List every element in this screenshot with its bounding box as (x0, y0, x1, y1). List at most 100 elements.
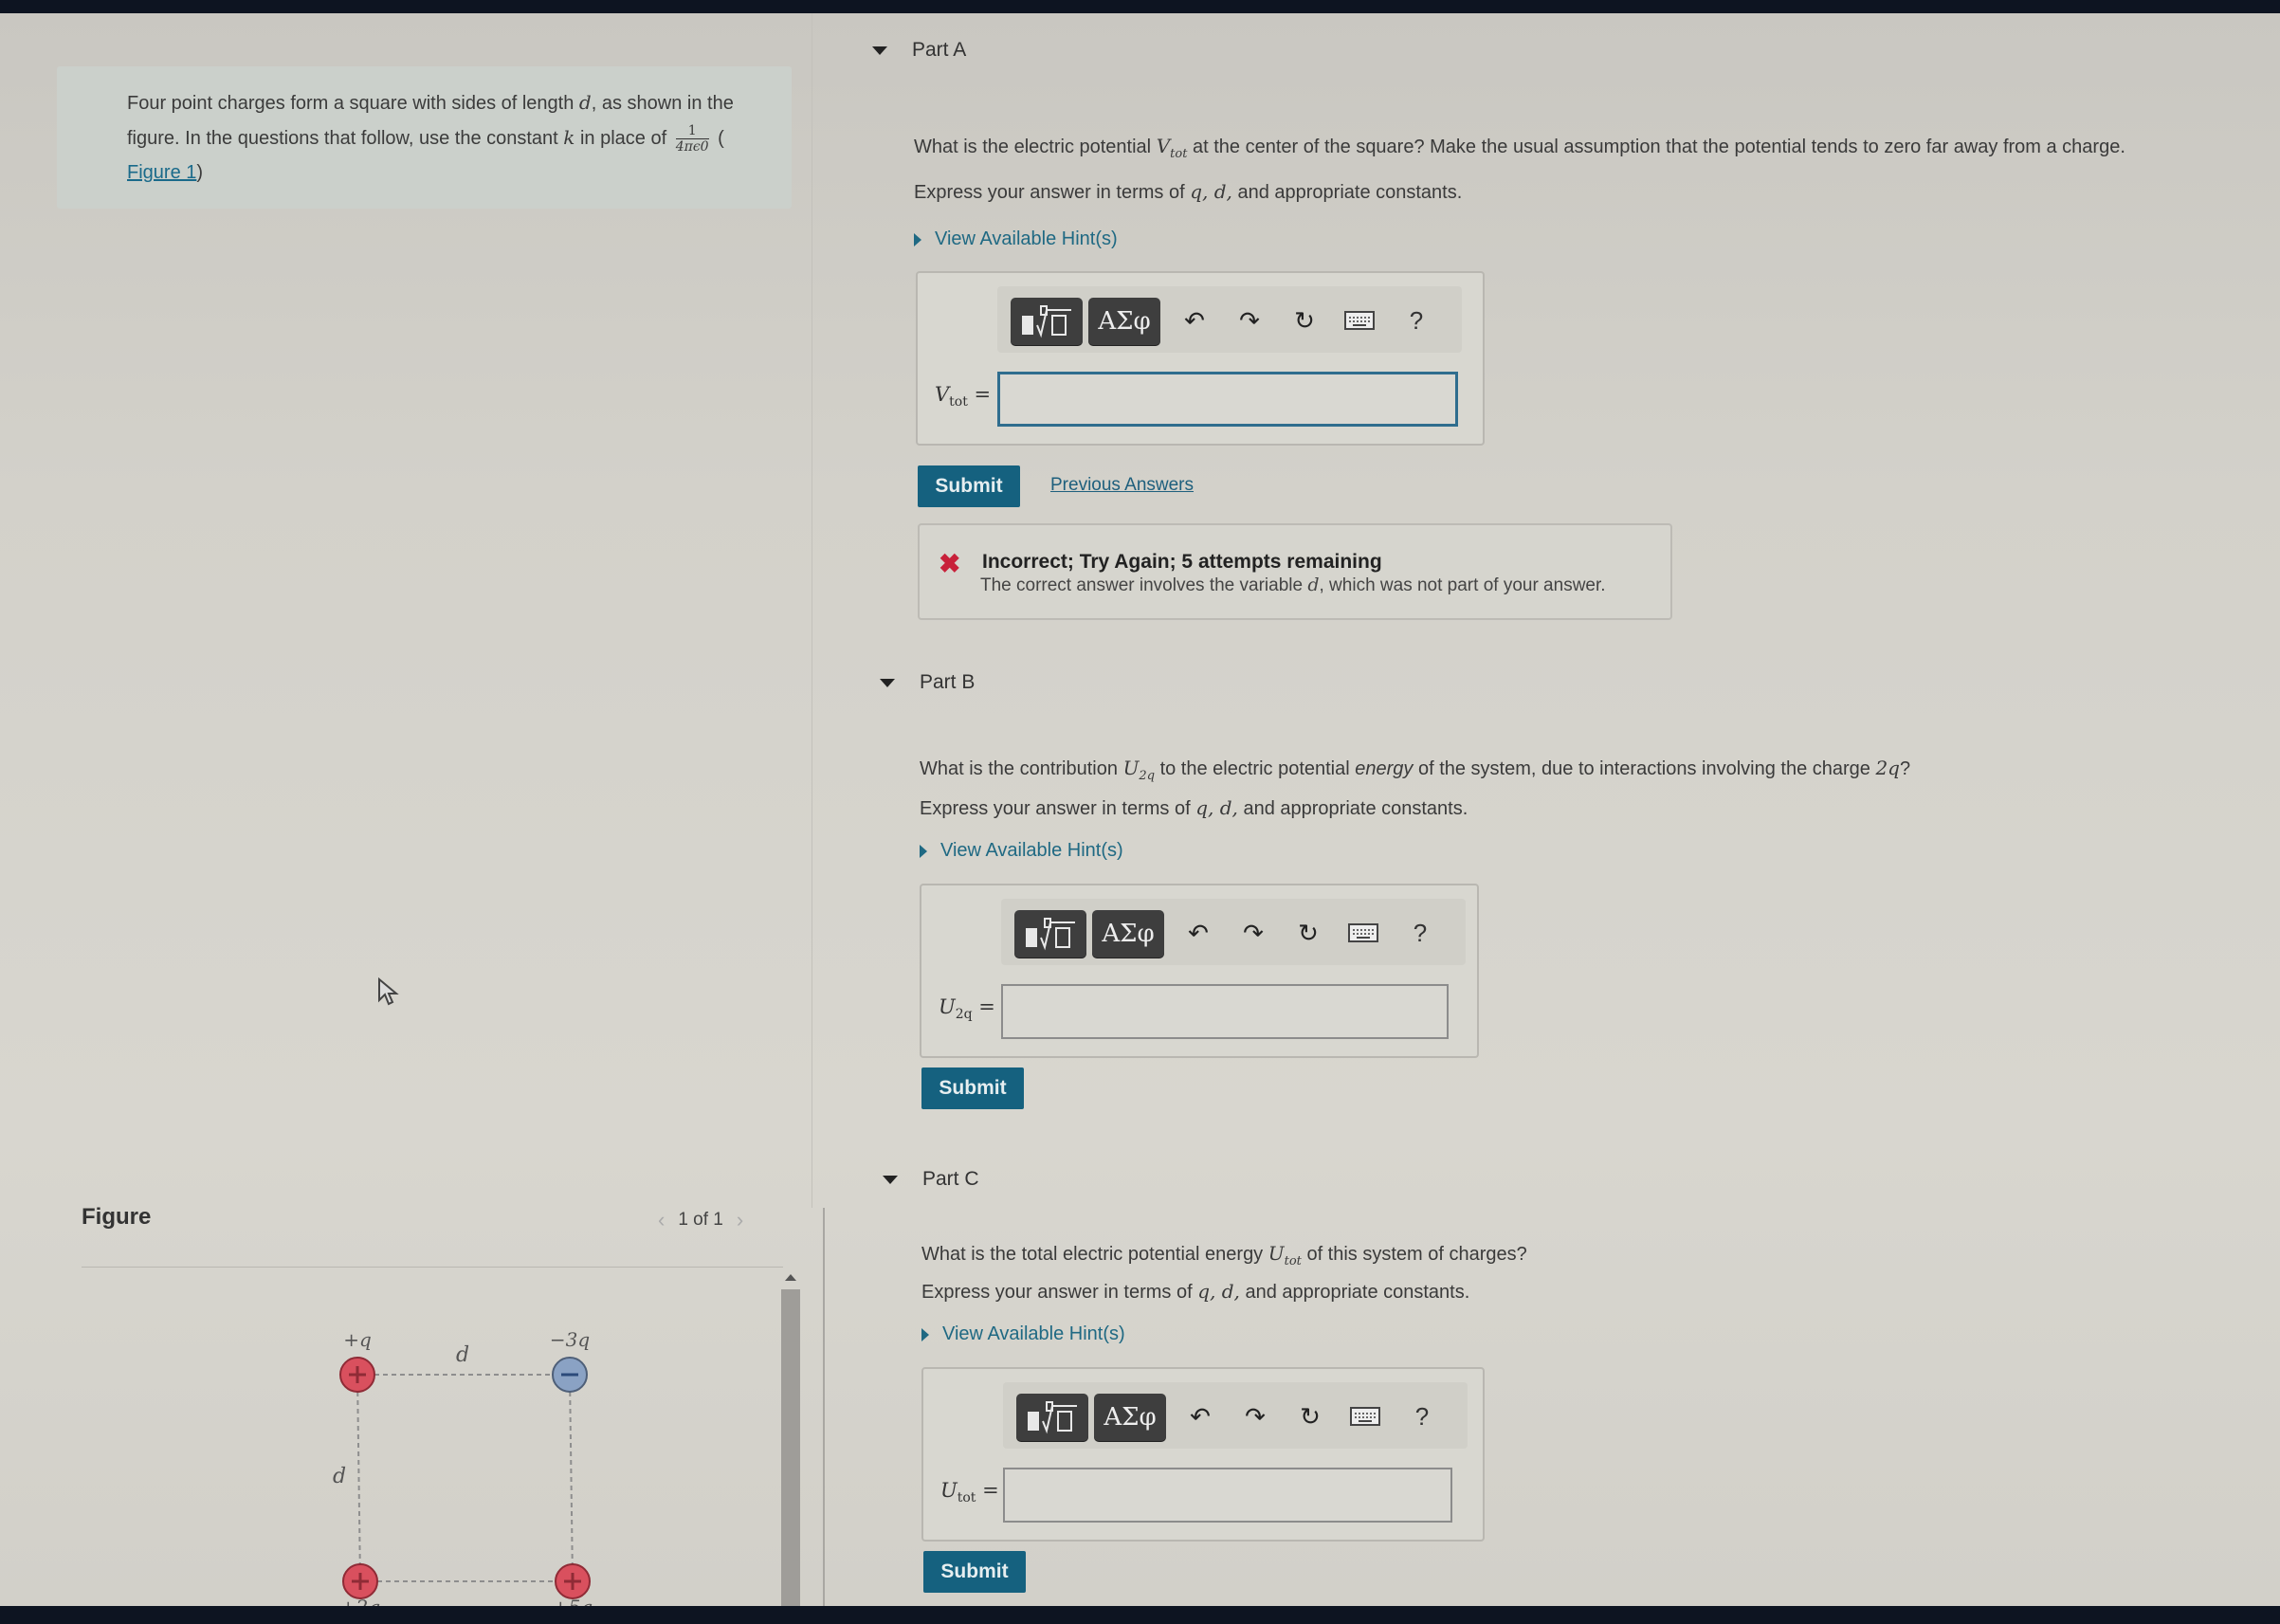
detail-text: , which was not part of your answer. (1319, 575, 1606, 595)
math-vars: q, d, (1190, 180, 1232, 203)
reset-icon[interactable]: ↻ (1291, 916, 1325, 950)
figure-pager: ‹ 1 of 1 › (658, 1208, 743, 1232)
figure-page-count: 1 of 1 (678, 1210, 723, 1230)
question-text: to the electric potential (1155, 758, 1356, 779)
undo-icon[interactable]: ↶ (1177, 303, 1212, 338)
fraction-1-over-4pi-eps0: 1 4πϵ0 (675, 123, 709, 155)
part-a-feedback: ✖ Incorrect; Try Again; 5 attempts remai… (918, 523, 1672, 620)
part-c-answer-input[interactable] (1003, 1468, 1452, 1523)
answer-label: U2q = (939, 995, 995, 1023)
part-a-hints-toggle[interactable]: View Available Hint(s) (914, 228, 1118, 250)
var: V (1156, 135, 1171, 157)
templates-button[interactable] (1011, 298, 1083, 345)
greek-symbols-button[interactable]: ΑΣφ (1094, 1394, 1166, 1441)
keyboard-icon[interactable] (1346, 916, 1380, 950)
collapse-triangle-icon (880, 678, 895, 687)
part-a-instruction: Express your answer in terms of q, d, an… (914, 180, 1462, 204)
undo-icon[interactable]: ↶ (1181, 916, 1215, 950)
var: U (1268, 1242, 1285, 1265)
redo-icon[interactable]: ↷ (1232, 303, 1267, 338)
question-text: ? (1899, 758, 1911, 779)
part-b-answer-box: ΑΣφ ↶ ↷ ↻ ? U2q = (920, 884, 1479, 1058)
math-var-d: d (1307, 575, 1320, 595)
part-b-answer-input[interactable] (1001, 984, 1449, 1039)
instruction-text: Express your answer in terms of (914, 182, 1191, 203)
previous-answers-link[interactable]: Previous Answers (1050, 475, 1194, 496)
error-x-icon: ✖ (939, 549, 961, 578)
screen-bezel (0, 1606, 2280, 1624)
greek-symbols-button[interactable]: ΑΣφ (1092, 910, 1164, 958)
scroll-up-arrow-icon[interactable] (785, 1274, 796, 1281)
help-icon[interactable]: ? (1399, 303, 1433, 338)
chevron-right-icon[interactable]: › (737, 1208, 743, 1232)
intro-text: Four point charges form a square with si… (127, 85, 781, 190)
negative-charge-icon (552, 1357, 588, 1393)
help-label: ? (1409, 305, 1424, 335)
detail-text: The correct answer involves the variable (980, 575, 1308, 595)
part-b-instruction: Express your answer in terms of q, d, an… (920, 796, 1468, 820)
intro-text-part: Four point charges form a square with si… (127, 93, 579, 114)
intro-text-part: ( (712, 128, 724, 149)
hint-label: View Available Hint(s) (935, 228, 1118, 249)
keyboard-icon[interactable] (1342, 303, 1377, 338)
undo-icon[interactable]: ↶ (1183, 1399, 1217, 1433)
part-b-title: Part B (920, 671, 976, 693)
part-c-title: Part C (922, 1168, 979, 1190)
var-subscript: tot (1170, 147, 1188, 161)
intro-text-part: in place of (575, 128, 672, 149)
figure-header: Figure ‹ 1 of 1 › (82, 1204, 802, 1242)
math-toolbar: ΑΣφ ↶ ↷ ↻ ? (1003, 1382, 1468, 1449)
scrollbar-thumb[interactable] (781, 1289, 800, 1621)
chevron-left-icon[interactable]: ‹ (658, 1208, 665, 1232)
math-charge: 2q (1875, 757, 1900, 779)
var-subscript: tot (1284, 1254, 1302, 1268)
var: U (1122, 757, 1140, 779)
expand-triangle-icon (914, 232, 921, 246)
part-b-header[interactable]: Part B (880, 671, 975, 694)
part-c-submit-button[interactable]: Submit (923, 1551, 1026, 1593)
figure-1-link[interactable]: Figure 1 (127, 162, 196, 183)
help-label: ? (1414, 1401, 1430, 1431)
question-text: What is the total electric potential ene… (921, 1244, 1268, 1265)
keyboard-icon[interactable] (1348, 1399, 1382, 1433)
question-text: What is the contribution (920, 758, 1123, 779)
part-b-submit-button[interactable]: Submit (921, 1067, 1024, 1109)
instruction-text: and appropriate constants. (1239, 1282, 1470, 1303)
label-var: V (935, 383, 950, 406)
hint-label: View Available Hint(s) (942, 1323, 1125, 1344)
math-toolbar: ΑΣφ ↶ ↷ ↻ ? (997, 286, 1462, 353)
templates-sqrt-icon (1022, 305, 1071, 338)
question-text: What is the electric potential (914, 137, 1157, 157)
part-b-hints-toggle[interactable]: View Available Hint(s) (920, 840, 1123, 862)
figure-scrollbar[interactable] (781, 1274, 800, 1621)
side-label-left: d (333, 1465, 346, 1488)
expand-triangle-icon (921, 1327, 929, 1341)
feedback-title: Incorrect; Try Again; 5 attempts remaini… (982, 551, 1382, 573)
templates-button[interactable] (1016, 1394, 1088, 1441)
answer-label: Vtot = (935, 383, 992, 411)
reset-icon[interactable]: ↻ (1287, 303, 1322, 338)
reset-icon[interactable]: ↻ (1293, 1399, 1327, 1433)
label-subscript: tot (957, 1490, 976, 1506)
templates-button[interactable] (1014, 910, 1086, 958)
templates-sqrt-icon (1026, 918, 1075, 951)
math-var-d: d (578, 91, 592, 114)
greek-symbols-button[interactable]: ΑΣφ (1088, 298, 1160, 345)
part-a-answer-input[interactable] (997, 372, 1458, 427)
feedback-detail: The correct answer involves the variable… (980, 575, 1606, 596)
redo-icon[interactable]: ↷ (1238, 1399, 1272, 1433)
math-vars: q, d, (1195, 796, 1238, 819)
positive-charge-icon (555, 1563, 591, 1599)
help-icon[interactable]: ? (1405, 1399, 1439, 1433)
part-c-hints-toggle[interactable]: View Available Hint(s) (921, 1323, 1125, 1345)
help-icon[interactable]: ? (1403, 916, 1437, 950)
redo-icon[interactable]: ↷ (1236, 916, 1270, 950)
problem-intro: Four point charges form a square with si… (57, 66, 792, 209)
part-a-submit-button[interactable]: Submit (918, 465, 1020, 507)
part-c-header[interactable]: Part C (883, 1168, 979, 1191)
part-b-question: What is the contribution U2q to the elec… (920, 757, 1910, 783)
part-a-header[interactable]: Part A (872, 39, 966, 62)
math-var: U2q (1122, 757, 1155, 783)
question-text: of this system of charges? (1301, 1244, 1527, 1265)
greek-label: ΑΣφ (1098, 307, 1151, 336)
